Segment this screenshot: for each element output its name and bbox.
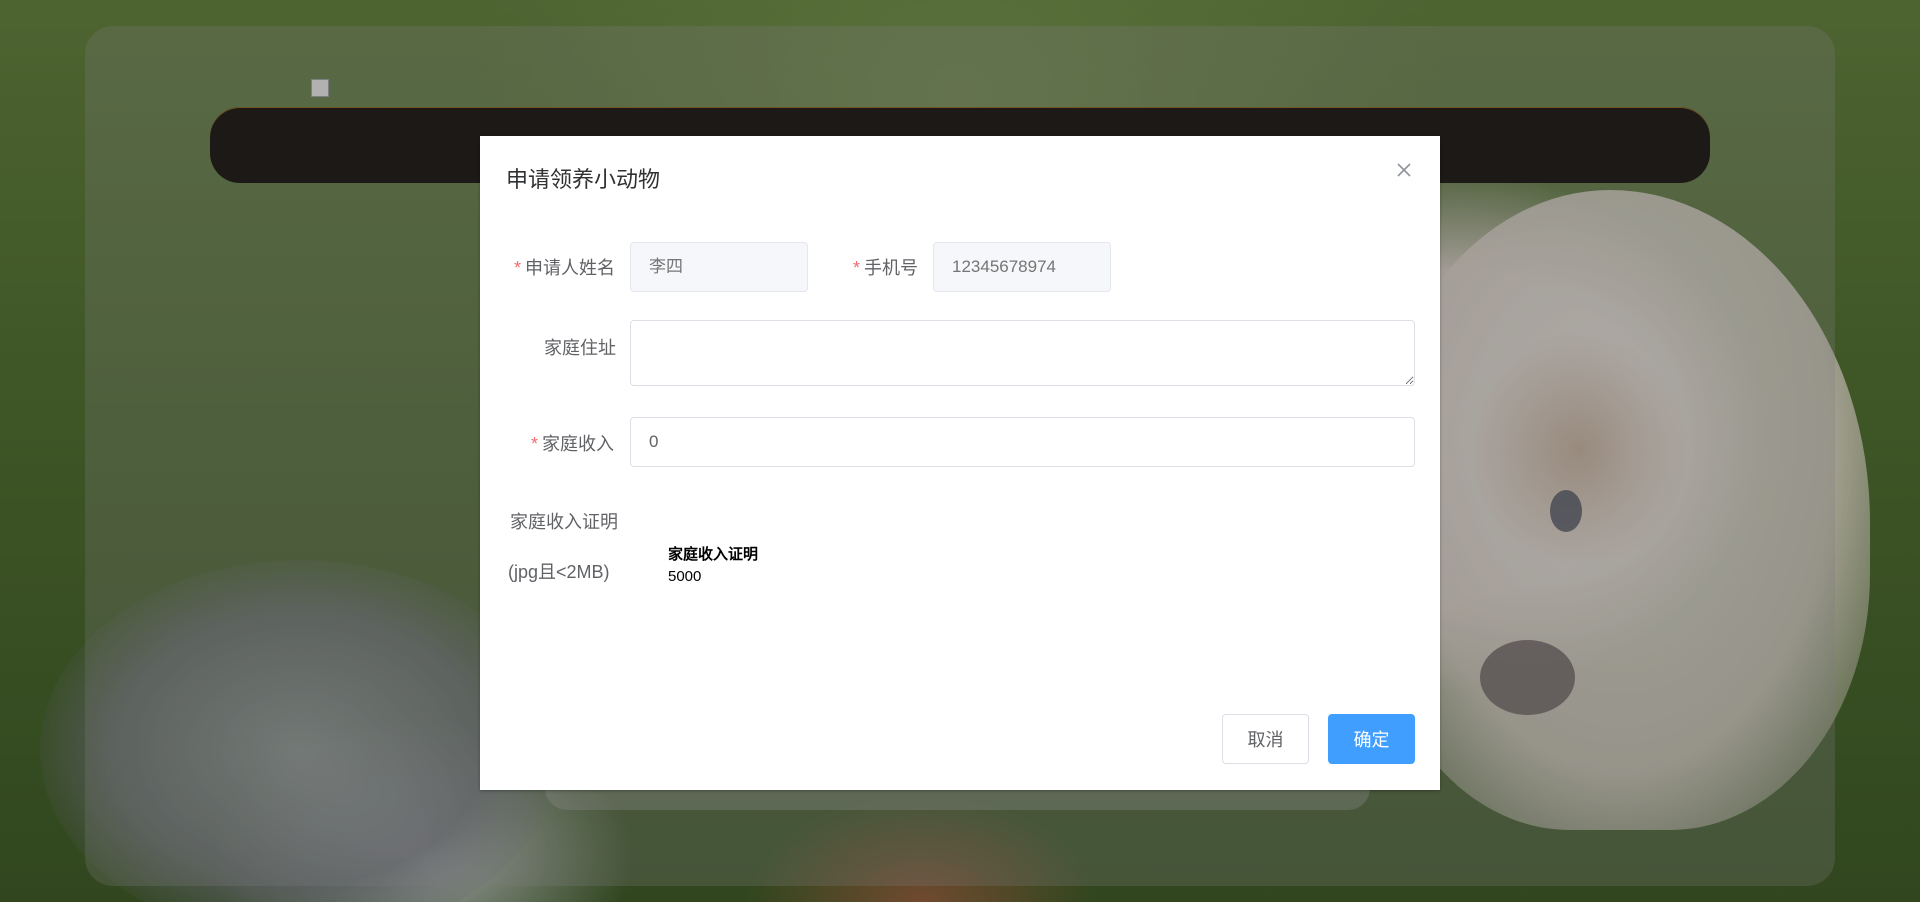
- dialog-title: 申请领养小动物: [506, 167, 661, 192]
- proof-hint: (jpg且<2MB): [508, 562, 610, 582]
- name-field[interactable]: [630, 242, 808, 292]
- file-title: 家庭收入证明: [668, 546, 759, 563]
- income-field[interactable]: [630, 417, 1415, 467]
- uploaded-file[interactable]: 家庭收入证明 5000: [668, 544, 758, 588]
- proof-label: 家庭收入证明: [510, 512, 618, 532]
- required-mark: *: [853, 258, 861, 278]
- required-mark: *: [531, 434, 539, 454]
- file-value: 5000: [668, 568, 702, 585]
- address-textarea[interactable]: [630, 320, 1415, 386]
- name-label: * 申请人姓名: [514, 258, 616, 278]
- cancel-button[interactable]: 取消: [1222, 714, 1309, 764]
- income-label: * 家庭收入: [531, 434, 615, 454]
- address-label: 家庭住址: [544, 338, 616, 358]
- close-icon[interactable]: [1394, 160, 1414, 180]
- required-mark: *: [514, 258, 522, 278]
- phone-field[interactable]: [933, 242, 1111, 292]
- adopt-dialog: 申请领养小动物 *申请人姓名 *手机号 家庭住址 *家庭收入 家庭收入证明 (j…: [480, 136, 1440, 790]
- phone-label: * 手机号: [853, 258, 919, 278]
- confirm-button[interactable]: 确定: [1328, 714, 1415, 764]
